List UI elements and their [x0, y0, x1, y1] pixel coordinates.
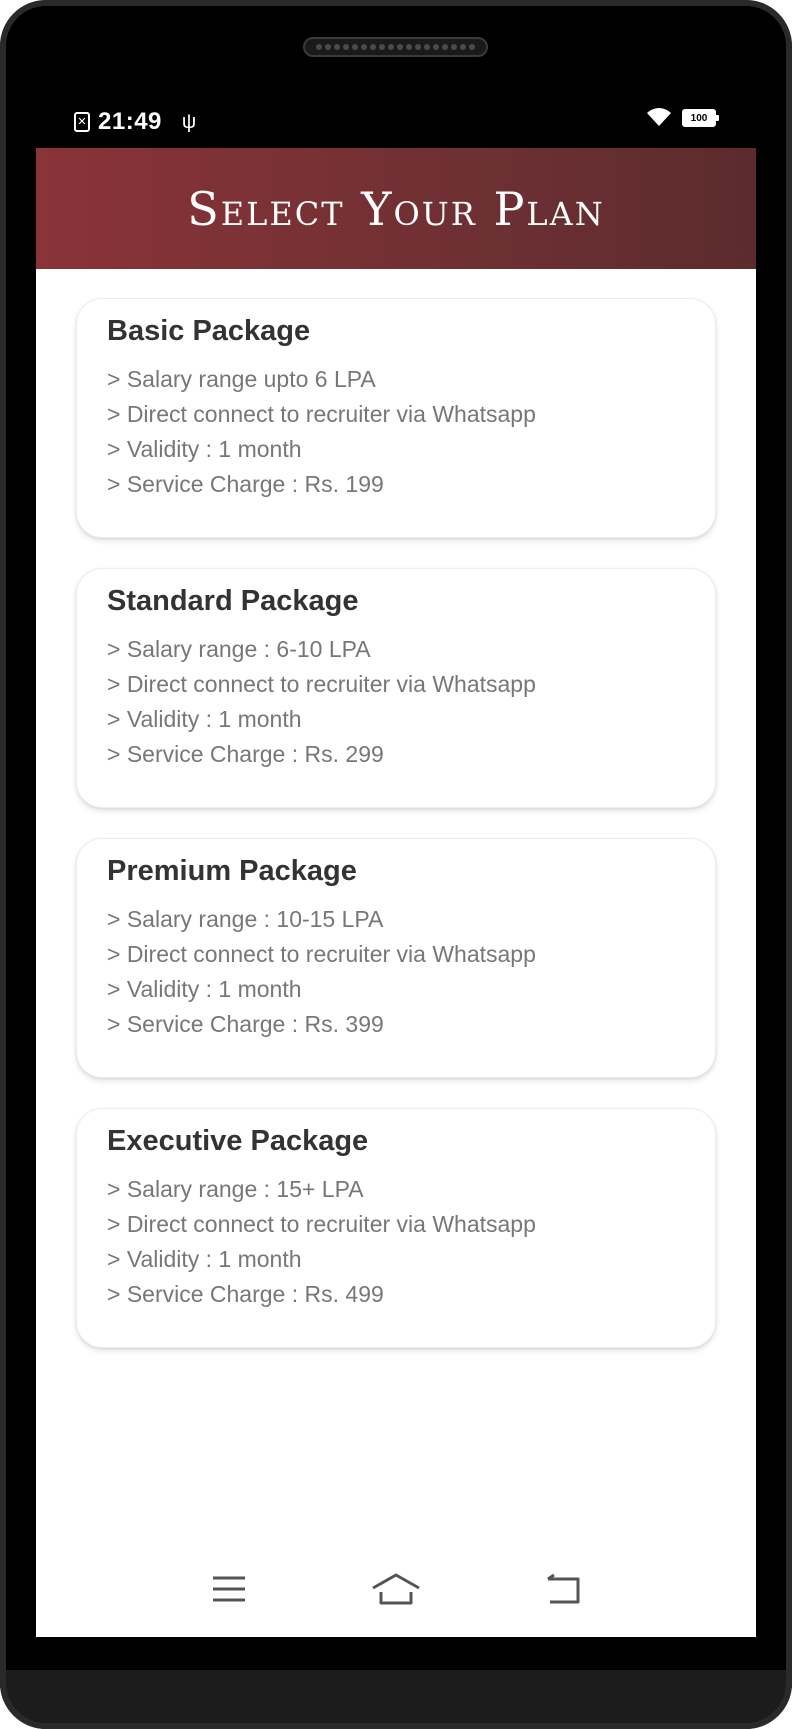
plan-title: Premium Package	[107, 855, 357, 887]
status-time: 21:49	[98, 108, 162, 135]
plan-title: Executive Package	[107, 1125, 369, 1157]
wifi-icon	[646, 108, 672, 128]
plan-validity: > Validity : 1 month	[107, 436, 302, 462]
plan-salary-range: > Salary range upto 6 LPA	[107, 366, 376, 392]
plan-service-charge: > Service Charge : Rs. 299	[107, 741, 384, 767]
plan-service-charge: > Service Charge : Rs. 199	[107, 471, 384, 497]
sim-card-icon: ✕	[74, 112, 90, 132]
plan-recruiter-connect: > Direct connect to recruiter via Whatsa…	[107, 1211, 536, 1237]
plan-validity: > Validity : 1 month	[107, 976, 302, 1002]
back-icon	[546, 1573, 580, 1604]
plan-service-charge: > Service Charge : Rs. 399	[107, 1011, 384, 1037]
usb-icon: ψ	[181, 110, 197, 133]
plan-card-executive[interactable]: Executive Package > Salary range : 15+ L…	[76, 1108, 716, 1348]
plan-recruiter-connect: > Direct connect to recruiter via Whatsa…	[107, 941, 536, 967]
status-bar: ✕ 21:49 ψ 100	[36, 96, 756, 146]
phone-frame: ✕ 21:49 ψ 100 Select Your Plan Basic Pac…	[0, 0, 792, 1729]
system-nav-bar	[36, 1541, 756, 1637]
bottom-bezel	[0, 1670, 792, 1729]
plan-recruiter-connect: > Direct connect to recruiter via Whatsa…	[107, 671, 536, 697]
plan-title: Standard Package	[107, 585, 359, 617]
plan-validity: > Validity : 1 month	[107, 706, 302, 732]
plan-title: Basic Package	[107, 315, 311, 347]
home-icon	[372, 1573, 420, 1605]
menu-button[interactable]	[199, 1559, 259, 1619]
plan-list: Basic Package > Salary range upto 6 LPA …	[76, 298, 716, 1378]
app-header: Select Your Plan	[36, 148, 756, 269]
speaker-grille	[303, 37, 488, 57]
app-screen: Select Your Plan Basic Package > Salary …	[36, 148, 756, 1637]
plan-recruiter-connect: > Direct connect to recruiter via Whatsa…	[107, 401, 536, 427]
menu-icon	[213, 1576, 246, 1602]
page-title: Select Your Plan	[187, 181, 605, 236]
home-button[interactable]	[366, 1559, 426, 1619]
plan-card-premium[interactable]: Premium Package > Salary range : 10-15 L…	[76, 838, 716, 1078]
plan-validity: > Validity : 1 month	[107, 1246, 302, 1272]
plan-salary-range: > Salary range : 6-10 LPA	[107, 636, 371, 662]
plan-salary-range: > Salary range : 15+ LPA	[107, 1176, 364, 1202]
battery-icon: 100	[682, 109, 719, 127]
plan-salary-range: > Salary range : 10-15 LPA	[107, 906, 384, 932]
plan-card-standard[interactable]: Standard Package > Salary range : 6-10 L…	[76, 568, 716, 808]
plan-card-basic[interactable]: Basic Package > Salary range upto 6 LPA …	[76, 298, 716, 538]
back-button[interactable]	[533, 1559, 593, 1619]
plan-service-charge: > Service Charge : Rs. 499	[107, 1281, 384, 1307]
